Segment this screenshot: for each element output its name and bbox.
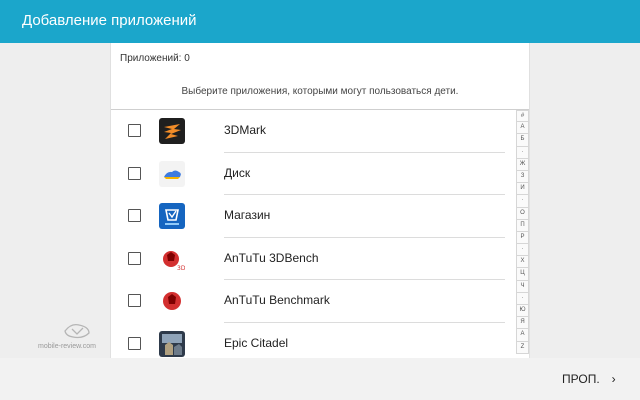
app-picker-panel: Приложений: 0 Выберите приложения, котор… — [110, 43, 530, 358]
app-list: 3DMark Диск Магазин 3D AnTuTu 3DBench An… — [111, 110, 511, 358]
app-checkbox[interactable] — [128, 251, 141, 265]
index-letter[interactable]: О — [516, 207, 529, 220]
chevron-right-icon: › — [611, 372, 616, 386]
watermark-text: mobile-review.com — [38, 343, 96, 350]
index-letter[interactable]: Б — [516, 134, 529, 147]
skip-button[interactable]: ПРОП. › — [562, 372, 616, 386]
skip-label: ПРОП. — [562, 372, 600, 386]
app-row-disk[interactable]: Диск — [111, 153, 511, 195]
epic-citadel-icon — [159, 330, 185, 357]
instruction-text: Выберите приложения, которыми могут поль… — [181, 86, 459, 97]
index-letter[interactable]: · — [516, 292, 529, 305]
selected-count: Приложений: 0 — [120, 53, 190, 64]
antutu-benchmark-icon — [159, 288, 185, 314]
index-letter[interactable]: И — [516, 183, 529, 196]
app-row-3dmark[interactable]: 3DMark — [111, 110, 511, 153]
app-row-antutu-benchmark[interactable]: AnTuTu Benchmark — [111, 280, 511, 323]
app-name: Epic Citadel — [224, 335, 289, 350]
index-letter[interactable]: Ц — [516, 268, 529, 281]
index-letter[interactable]: Я — [516, 317, 529, 330]
app-checkbox[interactable] — [128, 336, 141, 350]
svg-text:3D: 3D — [177, 265, 185, 272]
index-letter[interactable]: Ж — [516, 158, 529, 171]
app-name: Диск — [224, 165, 251, 180]
drive-icon — [159, 160, 185, 187]
index-letter[interactable]: # — [516, 110, 529, 123]
antutu-3dbench-icon: 3D — [159, 245, 185, 272]
galaxy-store-icon — [159, 203, 185, 229]
app-name: AnTuTu Benchmark — [224, 293, 330, 307]
index-letter[interactable]: А — [516, 122, 529, 135]
index-letter[interactable]: Ю — [516, 305, 529, 318]
app-row-epic-citadel[interactable]: Epic Citadel — [111, 323, 511, 359]
index-letter[interactable]: П — [516, 219, 529, 232]
index-letter[interactable]: З — [516, 170, 529, 184]
app-header: Добавление приложений — [0, 0, 640, 43]
app-name: 3DMark — [224, 123, 267, 137]
app-checkbox[interactable] — [128, 294, 141, 307]
app-row-store[interactable]: Магазин — [111, 195, 511, 238]
index-letter[interactable]: Х — [516, 256, 529, 269]
index-letter[interactable]: A — [516, 329, 529, 342]
index-letter[interactable]: Z — [516, 341, 529, 354]
app-name: AnTuTu 3DBench — [224, 250, 319, 265]
app-checkbox[interactable] — [128, 209, 141, 222]
footer-bar: ПРОП. › — [0, 358, 640, 400]
index-letter[interactable]: Р — [516, 231, 529, 245]
app-checkbox[interactable] — [128, 124, 141, 137]
3dmark-icon — [159, 118, 185, 144]
index-letter[interactable]: · — [516, 244, 529, 257]
app-row-antutu-3dbench[interactable]: 3D AnTuTu 3DBench — [111, 238, 511, 280]
app-name: Магазин — [224, 208, 271, 222]
index-letter[interactable]: · — [516, 146, 529, 159]
mobile-review-logo-icon — [64, 323, 90, 339]
index-letter[interactable]: · — [516, 195, 529, 208]
index-letter[interactable]: Ч — [516, 280, 529, 293]
alphabet-index[interactable]: # А Б · Ж З И · О П Р · Х Ц Ч · Ю Я A Z — [516, 110, 529, 354]
app-checkbox[interactable] — [128, 166, 141, 180]
page-title: Добавление приложений — [22, 12, 197, 29]
